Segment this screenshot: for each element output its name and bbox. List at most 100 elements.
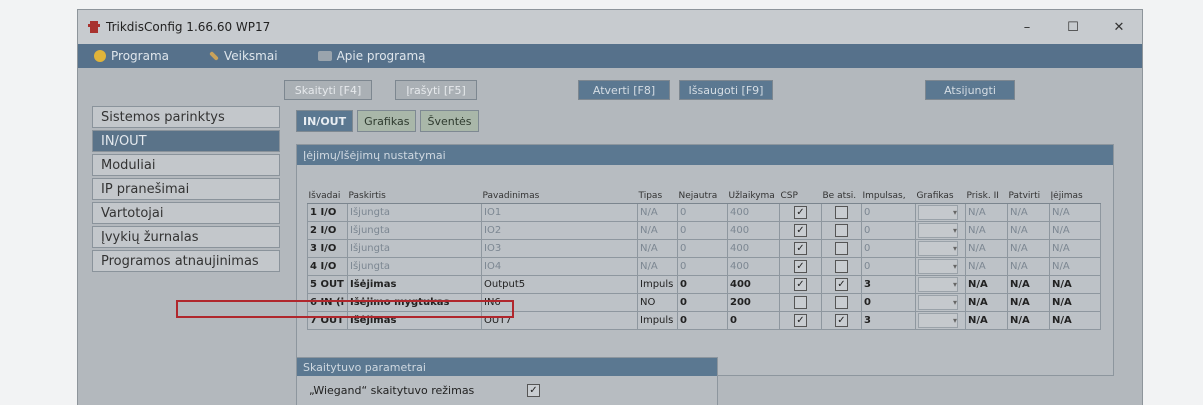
csp-checkbox[interactable]: ✓ [794, 224, 807, 237]
no-restore-checkbox[interactable] [835, 224, 848, 237]
csp-checkbox[interactable]: ✓ [794, 314, 807, 327]
type-cell[interactable]: N/A [637, 239, 678, 258]
name-cell[interactable]: IO3 [481, 239, 638, 258]
name-cell[interactable]: IO2 [481, 221, 638, 240]
csp-checkbox[interactable]: ✓ [794, 260, 807, 273]
purpose-cell[interactable]: Išjungta [347, 257, 482, 276]
input-cell[interactable]: N/A [1049, 311, 1101, 330]
menu-veiksmai[interactable]: Veiksmai [209, 49, 278, 63]
delay-cell[interactable]: 400 [727, 257, 780, 276]
type-cell[interactable]: N/A [637, 203, 678, 222]
no-restore-checkbox[interactable]: ✓ [835, 278, 848, 291]
insensitivity-cell[interactable]: 0 [677, 239, 728, 258]
open-button[interactable]: Atverti [F8] [578, 80, 670, 100]
insensitivity-cell[interactable]: 0 [677, 221, 728, 240]
sidebar-item-moduliai[interactable]: Moduliai [92, 154, 280, 176]
input-cell[interactable]: N/A [1049, 275, 1101, 294]
confirm-cell[interactable]: N/A [1007, 221, 1050, 240]
minimize-button[interactable]: – [1004, 10, 1050, 44]
schedule-dropdown[interactable]: ▾ [918, 313, 958, 328]
assign-cell[interactable]: N/A [965, 221, 1008, 240]
pin-cell[interactable]: 5 OUT [307, 275, 348, 294]
schedule-dropdown[interactable]: ▾ [918, 205, 958, 220]
close-button[interactable]: ✕ [1096, 10, 1142, 44]
no-restore-checkbox[interactable] [835, 206, 848, 219]
type-cell[interactable]: Impuls [637, 311, 678, 330]
column-header[interactable]: Prisk. II [965, 189, 1008, 204]
name-cell[interactable]: IO1 [481, 203, 638, 222]
pulse-cell[interactable]: 0 [861, 203, 916, 222]
disconnect-button[interactable]: Atsijungti [925, 80, 1015, 100]
pulse-cell[interactable]: 0 [861, 257, 916, 276]
schedule-dropdown[interactable]: ▾ [918, 223, 958, 238]
sidebar-item-in-out[interactable]: IN/OUT [92, 130, 280, 152]
pulse-cell[interactable]: 3 [861, 275, 916, 294]
schedule-dropdown[interactable]: ▾ [918, 277, 958, 292]
sidebar-item-vartotojai[interactable]: Vartotojai [92, 202, 280, 224]
input-cell[interactable]: N/A [1049, 293, 1101, 312]
schedule-dropdown[interactable]: ▾ [918, 241, 958, 256]
purpose-cell[interactable]: Išjungta [347, 239, 482, 258]
tab-grafikas[interactable]: Grafikas [357, 110, 417, 132]
input-cell[interactable]: N/A [1049, 239, 1101, 258]
insensitivity-cell[interactable]: 0 [677, 293, 728, 312]
menu-programa[interactable]: Programa [94, 49, 169, 63]
column-header[interactable]: Patvirti [1007, 189, 1050, 204]
insensitivity-cell[interactable]: 0 [677, 275, 728, 294]
sidebar-item-programos-atnaujinimas[interactable]: Programos atnaujinimas [92, 250, 280, 272]
column-header[interactable]: Įėjimas [1049, 189, 1101, 204]
delay-cell[interactable]: 400 [727, 275, 780, 294]
schedule-dropdown[interactable]: ▾ [918, 295, 958, 310]
no-restore-checkbox[interactable] [835, 260, 848, 273]
menu-apie[interactable]: Apie programą [317, 49, 426, 63]
pin-cell[interactable]: 2 I/O [307, 221, 348, 240]
name-cell[interactable]: IO4 [481, 257, 638, 276]
type-cell[interactable]: Impuls [637, 275, 678, 294]
confirm-cell[interactable]: N/A [1007, 257, 1050, 276]
assign-cell[interactable]: N/A [965, 275, 1008, 294]
delay-cell[interactable]: 200 [727, 293, 780, 312]
pin-cell[interactable]: 3 I/O [307, 239, 348, 258]
column-header[interactable]: Paskirtis [347, 189, 482, 204]
column-header[interactable]: Išvadai [307, 189, 348, 204]
schedule-dropdown[interactable]: ▾ [918, 259, 958, 274]
input-cell[interactable]: N/A [1049, 221, 1101, 240]
assign-cell[interactable]: N/A [965, 239, 1008, 258]
insensitivity-cell[interactable]: 0 [677, 203, 728, 222]
assign-cell[interactable]: N/A [965, 293, 1008, 312]
input-cell[interactable]: N/A [1049, 203, 1101, 222]
csp-checkbox[interactable]: ✓ [794, 278, 807, 291]
assign-cell[interactable]: N/A [965, 257, 1008, 276]
save-button[interactable]: Išsaugoti [F9] [679, 80, 773, 100]
sidebar-item-ip-pranesimai[interactable]: IP pranešimai [92, 178, 280, 200]
column-header[interactable]: Grafikas [915, 189, 966, 204]
tab-sventes[interactable]: Šventės [420, 110, 479, 132]
no-restore-checkbox[interactable]: ✓ [835, 314, 848, 327]
pulse-cell[interactable]: 0 [861, 239, 916, 258]
column-header[interactable]: Impulsas, [861, 189, 916, 204]
sidebar-item-sistemos-parinktys[interactable]: Sistemos parinktys [92, 106, 280, 128]
no-restore-checkbox[interactable] [835, 242, 848, 255]
read-button[interactable]: Skaityti [F4] [284, 80, 372, 100]
delay-cell[interactable]: 0 [727, 311, 780, 330]
delay-cell[interactable]: 400 [727, 221, 780, 240]
column-header[interactable]: Užlaikyma [727, 189, 780, 204]
sidebar-item-ivykiu-zurnalas[interactable]: Įvykių žurnalas [92, 226, 280, 248]
tab-in-out[interactable]: IN/OUT [296, 110, 354, 132]
confirm-cell[interactable]: N/A [1007, 203, 1050, 222]
csp-checkbox[interactable]: ✓ [794, 242, 807, 255]
purpose-cell[interactable]: Išjungta [347, 221, 482, 240]
purpose-cell[interactable]: Išjungta [347, 203, 482, 222]
type-cell[interactable]: NO [637, 293, 678, 312]
pulse-cell[interactable]: 0 [861, 293, 916, 312]
pin-cell[interactable]: 4 I/O [307, 257, 348, 276]
confirm-cell[interactable]: N/A [1007, 239, 1050, 258]
assign-cell[interactable]: N/A [965, 311, 1008, 330]
assign-cell[interactable]: N/A [965, 203, 1008, 222]
insensitivity-cell[interactable]: 0 [677, 311, 728, 330]
pulse-cell[interactable]: 3 [861, 311, 916, 330]
confirm-cell[interactable]: N/A [1007, 293, 1050, 312]
input-cell[interactable]: N/A [1049, 257, 1101, 276]
type-cell[interactable]: N/A [637, 221, 678, 240]
csp-checkbox[interactable]: ✓ [794, 206, 807, 219]
